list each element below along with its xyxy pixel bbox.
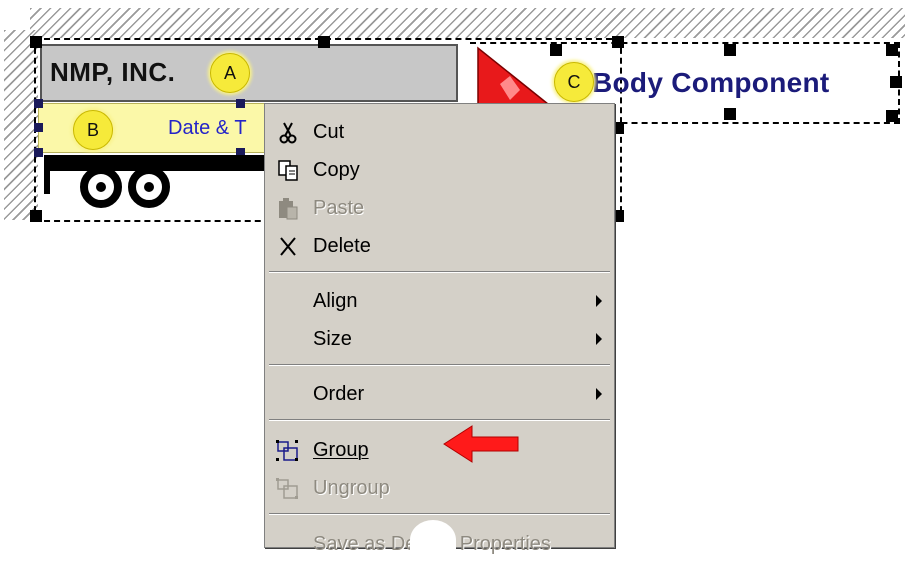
callout-a: A bbox=[210, 53, 250, 93]
selection-handle[interactable] bbox=[724, 108, 736, 120]
menu-item-label: Align bbox=[313, 290, 358, 312]
company-name-text: NMP, INC. bbox=[50, 57, 176, 87]
submenu-arrow-icon bbox=[596, 333, 602, 345]
menu-item-label: Cut bbox=[313, 121, 345, 143]
menu-item-label: Order bbox=[313, 383, 365, 405]
callout-b: B bbox=[73, 110, 113, 150]
selection-handle[interactable] bbox=[886, 110, 898, 122]
menu-separator bbox=[269, 364, 610, 366]
selection-handle[interactable] bbox=[236, 99, 245, 108]
menu-item-label: Ungroup bbox=[313, 477, 390, 499]
copy-icon bbox=[278, 160, 298, 181]
menu-separator bbox=[269, 419, 610, 421]
selection-hatch-left bbox=[4, 30, 38, 220]
menu-item-paste[interactable]: Paste bbox=[265, 189, 614, 227]
selection-hatch-top bbox=[30, 8, 905, 38]
menu-item-size[interactable]: Size bbox=[265, 320, 614, 358]
truck-bumper-graphic bbox=[44, 168, 50, 194]
menu-item-label: Group bbox=[313, 439, 369, 461]
menu-item-group[interactable]: Group bbox=[265, 431, 614, 469]
selection-handle[interactable] bbox=[318, 36, 330, 48]
truck-wheel-icon bbox=[80, 166, 122, 208]
selection-handle[interactable] bbox=[34, 99, 43, 108]
ungroup-icon bbox=[276, 478, 298, 499]
annotation-arrow-icon bbox=[443, 425, 519, 463]
menu-item-label: Copy bbox=[313, 159, 360, 181]
submenu-arrow-icon bbox=[596, 388, 602, 400]
menu-item-label: Size bbox=[313, 328, 352, 350]
menu-item-order[interactable]: Order bbox=[265, 375, 614, 413]
callout-c: C bbox=[554, 62, 594, 102]
menu-separator bbox=[269, 513, 610, 515]
selection-handle[interactable] bbox=[34, 123, 43, 132]
menu-item-copy[interactable]: Copy bbox=[265, 151, 614, 189]
red-body-graphic bbox=[477, 46, 551, 105]
menu-item-label: Paste bbox=[313, 197, 365, 219]
selection-handle[interactable] bbox=[724, 44, 736, 56]
selection-handle[interactable] bbox=[890, 76, 902, 88]
menu-item-align[interactable]: Align bbox=[265, 282, 614, 320]
menu-separator bbox=[269, 271, 610, 273]
truck-wheel-icon bbox=[128, 166, 170, 208]
selection-handle[interactable] bbox=[612, 36, 624, 48]
date-time-text: Date & T bbox=[168, 117, 247, 139]
selection-handle[interactable] bbox=[886, 44, 898, 56]
menu-item-label: Delete bbox=[313, 235, 371, 257]
delete-x-icon bbox=[280, 237, 296, 256]
scissors-icon bbox=[279, 122, 297, 144]
menu-item-cut[interactable]: Cut bbox=[265, 113, 614, 151]
body-component-label[interactable]: Body Component bbox=[592, 67, 830, 99]
selection-handle[interactable] bbox=[30, 36, 42, 48]
submenu-arrow-icon bbox=[596, 295, 602, 307]
paste-icon bbox=[279, 198, 298, 220]
selection-handle[interactable] bbox=[550, 44, 562, 56]
menu-item-delete[interactable]: Delete bbox=[265, 227, 614, 265]
image-occlusion bbox=[410, 520, 456, 560]
menu-item-ungroup[interactable]: Ungroup bbox=[265, 469, 614, 507]
selection-handle[interactable] bbox=[30, 210, 42, 222]
group-icon bbox=[276, 440, 298, 461]
context-menu: Cut Copy Paste Delete Align Size Order G… bbox=[264, 103, 615, 555]
selection-handle[interactable] bbox=[34, 148, 43, 157]
